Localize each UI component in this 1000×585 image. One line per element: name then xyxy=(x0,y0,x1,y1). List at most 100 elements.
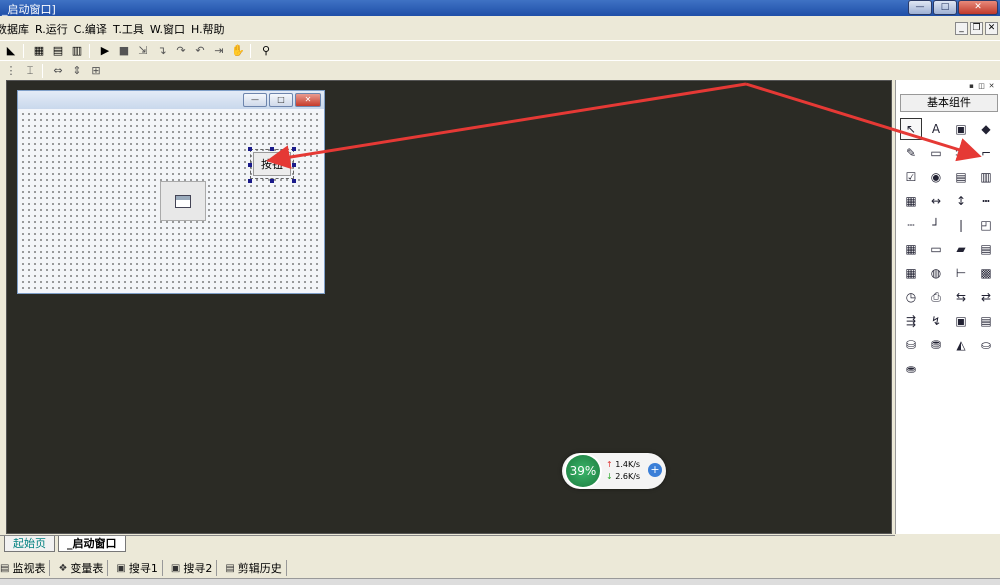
db2-icon[interactable]: ⛃ xyxy=(925,334,947,356)
step-into-icon[interactable]: ↴ xyxy=(154,43,170,59)
mdi-restore-button[interactable]: ❐ xyxy=(970,22,983,35)
db1-icon[interactable]: ⛁ xyxy=(900,334,922,356)
menu-tools[interactable]: T.工具 xyxy=(113,21,144,37)
menu-compile[interactable]: C.编译 xyxy=(74,21,107,37)
form-component[interactable] xyxy=(160,181,206,221)
minimize-button[interactable]: — xyxy=(908,0,932,15)
file-icon[interactable]: ▤ xyxy=(975,238,997,260)
layout3-icon[interactable]: ▥ xyxy=(69,43,85,59)
line-icon[interactable]: ⌐ xyxy=(975,142,997,164)
new-icon[interactable]: ◣ xyxy=(3,43,19,59)
dir-icon[interactable]: ▭ xyxy=(925,238,947,260)
net2-icon[interactable]: ⇄ xyxy=(975,286,997,308)
layout-icon[interactable]: ▦ xyxy=(31,43,47,59)
toolbox-float-icon[interactable]: ◫ xyxy=(977,82,986,91)
plus-icon[interactable]: + xyxy=(648,463,662,477)
form-minimize-button[interactable]: — xyxy=(243,93,267,107)
odbc2-icon[interactable]: ⛂ xyxy=(900,358,922,380)
resize-handle[interactable] xyxy=(292,147,296,151)
run-to-icon[interactable]: ⇥ xyxy=(211,43,227,59)
form-canvas[interactable]: 按钮 xyxy=(20,111,322,291)
vslider-icon[interactable]: ↕ xyxy=(950,190,972,212)
size-icon[interactable]: ⊞ xyxy=(88,63,104,79)
width-icon[interactable]: ⇔ xyxy=(50,63,66,79)
globe-icon[interactable]: ◍ xyxy=(925,262,947,284)
toolbox-header[interactable]: 基本组件 xyxy=(900,94,998,112)
odbc1-icon[interactable]: ⛀ xyxy=(975,334,997,356)
mdi-close-button[interactable]: ✕ xyxy=(985,22,998,35)
panel2-icon[interactable]: ▤ xyxy=(975,310,997,332)
calendar-icon[interactable]: ▦ xyxy=(900,238,922,260)
tab-startup-window[interactable]: _启动窗口 xyxy=(58,536,126,552)
stop-icon[interactable]: ■ xyxy=(116,43,132,59)
menu-help[interactable]: H.帮助 xyxy=(191,21,225,37)
ruler-icon[interactable]: ┄ xyxy=(900,214,922,236)
find-icon[interactable]: ⚲ xyxy=(258,43,274,59)
close-button[interactable]: ✕ xyxy=(958,0,998,15)
edit-icon[interactable]: ✎ xyxy=(900,142,922,164)
bar-icon[interactable]: ┘ xyxy=(925,214,947,236)
slider-icon[interactable]: ↔ xyxy=(925,190,947,212)
panel-search1[interactable]: ▣ 搜寻1 xyxy=(116,560,163,576)
panel-search2[interactable]: ▣ 搜寻2 xyxy=(171,560,218,576)
grid-icon[interactable]: ▦ xyxy=(900,190,922,212)
tab-start-page[interactable]: 起始页 xyxy=(4,536,55,552)
mdi-minimize-button[interactable]: _ xyxy=(955,22,968,35)
toolbox-close-icon[interactable]: ✕ xyxy=(987,82,996,91)
calc-icon[interactable]: ▩ xyxy=(975,262,997,284)
form-window[interactable]: — □ ✕ 按钮 xyxy=(17,90,325,294)
form-close-button[interactable]: ✕ xyxy=(295,93,321,107)
resize-handle[interactable] xyxy=(248,179,252,183)
panel-icon[interactable]: ▣ xyxy=(950,310,972,332)
menu-database[interactable]: 数据库 xyxy=(0,21,29,37)
button-control[interactable]: 按钮 xyxy=(253,152,291,176)
tab-icon[interactable]: ❘ xyxy=(950,214,972,236)
step-over-icon[interactable]: ↷ xyxy=(173,43,189,59)
scroll-icon[interactable]: ┅ xyxy=(975,190,997,212)
resize-handle[interactable] xyxy=(270,179,274,183)
label-icon[interactable]: A xyxy=(925,118,947,140)
selected-button-control[interactable]: 按钮 xyxy=(248,147,296,183)
pointer-icon[interactable]: ↖ xyxy=(900,118,922,140)
shape-icon[interactable]: ◆ xyxy=(975,118,997,140)
align-icon[interactable]: ⋮ xyxy=(3,63,19,79)
toolbox-menu-icon[interactable]: ▪ xyxy=(967,82,976,91)
design-workspace[interactable]: — □ ✕ 按钮 xyxy=(6,80,892,534)
align2-icon[interactable]: ⌶ xyxy=(22,63,38,79)
timer-icon[interactable]: ◷ xyxy=(900,286,922,308)
menu-run[interactable]: R.运行 xyxy=(35,21,68,37)
chart-icon[interactable]: ◭ xyxy=(950,334,972,356)
listbox-icon[interactable]: ▤ xyxy=(950,166,972,188)
combobox-icon[interactable]: ▥ xyxy=(975,166,997,188)
folder-icon[interactable]: ▰ xyxy=(950,238,972,260)
maximize-button[interactable]: □ xyxy=(933,0,957,15)
play-icon[interactable]: ▶ xyxy=(97,43,113,59)
net1-icon[interactable]: ⇆ xyxy=(950,286,972,308)
resize-handle[interactable] xyxy=(270,147,274,151)
net3-icon[interactable]: ⇶ xyxy=(900,310,922,332)
checkbox-icon[interactable]: ☑ xyxy=(900,166,922,188)
resize-handle[interactable] xyxy=(292,163,296,167)
groupbox-icon[interactable]: ▭ xyxy=(925,142,947,164)
panel-watch[interactable]: ▤ 监视表 xyxy=(0,560,51,576)
print-icon[interactable]: ⎙ xyxy=(925,286,947,308)
resize-handle[interactable] xyxy=(292,179,296,183)
resize-handle[interactable] xyxy=(248,147,252,151)
text-icon[interactable]: 字 xyxy=(950,142,972,164)
hand-icon[interactable]: ✋ xyxy=(230,43,246,59)
form-maximize-button[interactable]: □ xyxy=(269,93,293,107)
network-monitor-widget[interactable]: 39% ↑ 1.4K/s ↓ 2.6K/s + xyxy=(562,453,666,489)
height-icon[interactable]: ⇕ xyxy=(69,63,85,79)
panel-clip-history[interactable]: ▤ 剪辑历史 xyxy=(225,560,287,576)
step-icon[interactable]: ⇲ xyxy=(135,43,151,59)
panel-variables[interactable]: ❖ 变量表 xyxy=(58,560,109,576)
radio-icon[interactable]: ◉ xyxy=(925,166,947,188)
form-icon[interactable]: ◰ xyxy=(975,214,997,236)
resize-handle[interactable] xyxy=(248,163,252,167)
menu-window[interactable]: W.窗口 xyxy=(150,21,185,37)
layout2-icon[interactable]: ▤ xyxy=(50,43,66,59)
ie-icon[interactable]: ↯ xyxy=(925,310,947,332)
list2-icon[interactable]: ⊢ xyxy=(950,262,972,284)
step-out-icon[interactable]: ↶ xyxy=(192,43,208,59)
picture-icon[interactable]: ▣ xyxy=(950,118,972,140)
